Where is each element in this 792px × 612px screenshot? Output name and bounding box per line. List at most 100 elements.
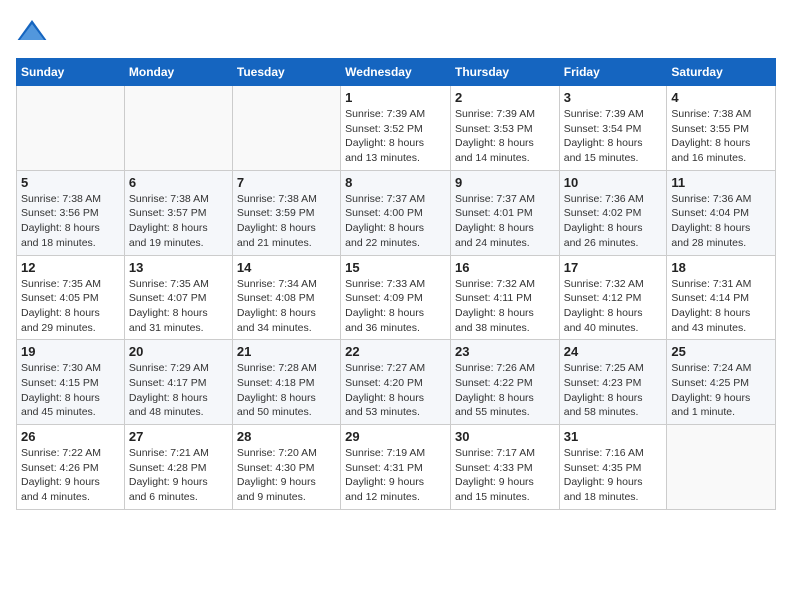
calendar-cell: 27Sunrise: 7:21 AM Sunset: 4:28 PM Dayli… (124, 425, 232, 510)
calendar-cell: 6 Sunrise: 7:38 AM Sunset: 3:57 PM Daylig… (124, 170, 232, 255)
day-number: 19 (21, 344, 120, 359)
header-day-tuesday: Tuesday (232, 59, 340, 86)
day-number: 2 (455, 90, 555, 105)
header-day-wednesday: Wednesday (341, 59, 451, 86)
calendar-body: 1 Sunrise: 7:39 AM Sunset: 3:52 PM Daylig… (17, 86, 776, 510)
calendar-cell (232, 86, 340, 171)
week-row-4: 19 Sunrise: 7:30 AM Sunset: 4:15 PM Dayli… (17, 340, 776, 425)
day-number: 8 (345, 175, 446, 190)
day-info: Sunrise: 7:17 AM Sunset: 4:33 PM Dayligh… (455, 446, 555, 505)
day-number: 7 (237, 175, 336, 190)
day-info: Sunrise: 7:29 AM Sunset: 4:17 PM Dayligh… (129, 361, 228, 420)
header-row: SundayMondayTuesdayWednesdayThursdayFrid… (17, 59, 776, 86)
day-number: 9 (455, 175, 555, 190)
week-row-1: 1 Sunrise: 7:39 AM Sunset: 3:52 PM Daylig… (17, 86, 776, 171)
day-number: 21 (237, 344, 336, 359)
header-day-sunday: Sunday (17, 59, 125, 86)
day-info: Sunrise: 7:19 AM Sunset: 4:31 PM Dayligh… (345, 446, 446, 505)
day-number: 18 (671, 260, 771, 275)
header-day-friday: Friday (559, 59, 667, 86)
day-info: Sunrise: 7:20 AM Sunset: 4:30 PM Dayligh… (237, 446, 336, 505)
calendar-cell: 22 Sunrise: 7:27 AM Sunset: 4:20 PM Dayli… (341, 340, 451, 425)
day-info: Sunrise: 7:38 AM Sunset: 3:56 PM Dayligh… (21, 192, 120, 251)
day-number: 13 (129, 260, 228, 275)
calendar-cell: 26 Sunrise: 7:22 AM Sunset: 4:26 PM Dayli… (17, 425, 125, 510)
calendar-cell: 28 Sunrise: 7:20 AM Sunset: 4:30 PM Dayli… (232, 425, 340, 510)
day-number: 12 (21, 260, 120, 275)
calendar-cell: 24 Sunrise: 7:25 AM Sunset: 4:23 PM Dayli… (559, 340, 667, 425)
day-number: 23 (455, 344, 555, 359)
day-number: 26 (21, 429, 120, 444)
calendar-cell: 12Sunrise: 7:35 AM Sunset: 4:05 PM Dayli… (17, 255, 125, 340)
day-info: Sunrise: 7:16 AM Sunset: 4:35 PM Dayligh… (564, 446, 663, 505)
calendar-cell (17, 86, 125, 171)
day-number: 6 (129, 175, 228, 190)
day-info: Sunrise: 7:31 AM Sunset: 4:14 PM Dayligh… (671, 277, 771, 336)
calendar-cell: 19 Sunrise: 7:30 AM Sunset: 4:15 PM Dayli… (17, 340, 125, 425)
day-info: Sunrise: 7:27 AM Sunset: 4:20 PM Dayligh… (345, 361, 446, 420)
calendar-cell: 14Sunrise: 7:34 AM Sunset: 4:08 PM Dayli… (232, 255, 340, 340)
calendar-cell: 30 Sunrise: 7:17 AM Sunset: 4:33 PM Dayli… (450, 425, 559, 510)
calendar-cell: 2Sunrise: 7:39 AM Sunset: 3:53 PM Daylig… (450, 86, 559, 171)
day-info: Sunrise: 7:22 AM Sunset: 4:26 PM Dayligh… (21, 446, 120, 505)
calendar-cell: 9 Sunrise: 7:37 AM Sunset: 4:01 PM Daylig… (450, 170, 559, 255)
day-info: Sunrise: 7:30 AM Sunset: 4:15 PM Dayligh… (21, 361, 120, 420)
day-info: Sunrise: 7:32 AM Sunset: 4:11 PM Dayligh… (455, 277, 555, 336)
day-info: Sunrise: 7:35 AM Sunset: 4:07 PM Dayligh… (129, 277, 228, 336)
calendar-cell: 8 Sunrise: 7:37 AM Sunset: 4:00 PM Daylig… (341, 170, 451, 255)
day-number: 4 (671, 90, 771, 105)
day-number: 28 (237, 429, 336, 444)
calendar-header: SundayMondayTuesdayWednesdayThursdayFrid… (17, 59, 776, 86)
day-info: Sunrise: 7:28 AM Sunset: 4:18 PM Dayligh… (237, 361, 336, 420)
day-number: 10 (564, 175, 663, 190)
week-row-2: 5 Sunrise: 7:38 AM Sunset: 3:56 PM Daylig… (17, 170, 776, 255)
day-info: Sunrise: 7:36 AM Sunset: 4:04 PM Dayligh… (671, 192, 771, 251)
day-info: Sunrise: 7:37 AM Sunset: 4:00 PM Dayligh… (345, 192, 446, 251)
day-number: 22 (345, 344, 446, 359)
logo-icon (16, 16, 48, 48)
day-number: 20 (129, 344, 228, 359)
day-number: 3 (564, 90, 663, 105)
calendar-cell: 15 Sunrise: 7:33 AM Sunset: 4:09 PM Dayli… (341, 255, 451, 340)
day-info: Sunrise: 7:38 AM Sunset: 3:57 PM Dayligh… (129, 192, 228, 251)
day-number: 30 (455, 429, 555, 444)
calendar-cell (667, 425, 776, 510)
day-info: Sunrise: 7:33 AM Sunset: 4:09 PM Dayligh… (345, 277, 446, 336)
day-info: Sunrise: 7:25 AM Sunset: 4:23 PM Dayligh… (564, 361, 663, 420)
calendar-cell: 5 Sunrise: 7:38 AM Sunset: 3:56 PM Daylig… (17, 170, 125, 255)
day-info: Sunrise: 7:36 AM Sunset: 4:02 PM Dayligh… (564, 192, 663, 251)
week-row-5: 26 Sunrise: 7:22 AM Sunset: 4:26 PM Dayli… (17, 425, 776, 510)
day-number: 15 (345, 260, 446, 275)
day-number: 1 (345, 90, 446, 105)
calendar-cell: 11Sunrise: 7:36 AM Sunset: 4:04 PM Dayli… (667, 170, 776, 255)
calendar-cell (124, 86, 232, 171)
day-info: Sunrise: 7:34 AM Sunset: 4:08 PM Dayligh… (237, 277, 336, 336)
page-header (16, 16, 776, 48)
day-number: 5 (21, 175, 120, 190)
calendar-table: SundayMondayTuesdayWednesdayThursdayFrid… (16, 58, 776, 510)
day-number: 25 (671, 344, 771, 359)
day-info: Sunrise: 7:39 AM Sunset: 3:54 PM Dayligh… (564, 107, 663, 166)
calendar-cell: 13 Sunrise: 7:35 AM Sunset: 4:07 PM Dayli… (124, 255, 232, 340)
calendar-cell: 4 Sunrise: 7:38 AM Sunset: 3:55 PM Daylig… (667, 86, 776, 171)
calendar-cell: 31 Sunrise: 7:16 AM Sunset: 4:35 PM Dayli… (559, 425, 667, 510)
day-info: Sunrise: 7:39 AM Sunset: 3:52 PM Dayligh… (345, 107, 446, 166)
calendar-cell: 29 Sunrise: 7:19 AM Sunset: 4:31 PM Dayli… (341, 425, 451, 510)
calendar-cell: 20 Sunrise: 7:29 AM Sunset: 4:17 PM Dayli… (124, 340, 232, 425)
calendar-cell: 17Sunrise: 7:32 AM Sunset: 4:12 PM Dayli… (559, 255, 667, 340)
day-info: Sunrise: 7:37 AM Sunset: 4:01 PM Dayligh… (455, 192, 555, 251)
day-number: 29 (345, 429, 446, 444)
calendar-cell: 23Sunrise: 7:26 AM Sunset: 4:22 PM Dayli… (450, 340, 559, 425)
day-number: 24 (564, 344, 663, 359)
logo (16, 16, 52, 48)
calendar-cell: 7 Sunrise: 7:38 AM Sunset: 3:59 PM Daylig… (232, 170, 340, 255)
day-info: Sunrise: 7:38 AM Sunset: 3:55 PM Dayligh… (671, 107, 771, 166)
calendar-cell: 25Sunrise: 7:24 AM Sunset: 4:25 PM Dayli… (667, 340, 776, 425)
day-info: Sunrise: 7:38 AM Sunset: 3:59 PM Dayligh… (237, 192, 336, 251)
header-day-monday: Monday (124, 59, 232, 86)
day-number: 31 (564, 429, 663, 444)
day-info: Sunrise: 7:21 AM Sunset: 4:28 PM Dayligh… (129, 446, 228, 505)
calendar-cell: 3 Sunrise: 7:39 AM Sunset: 3:54 PM Daylig… (559, 86, 667, 171)
calendar-cell: 1 Sunrise: 7:39 AM Sunset: 3:52 PM Daylig… (341, 86, 451, 171)
day-info: Sunrise: 7:32 AM Sunset: 4:12 PM Dayligh… (564, 277, 663, 336)
